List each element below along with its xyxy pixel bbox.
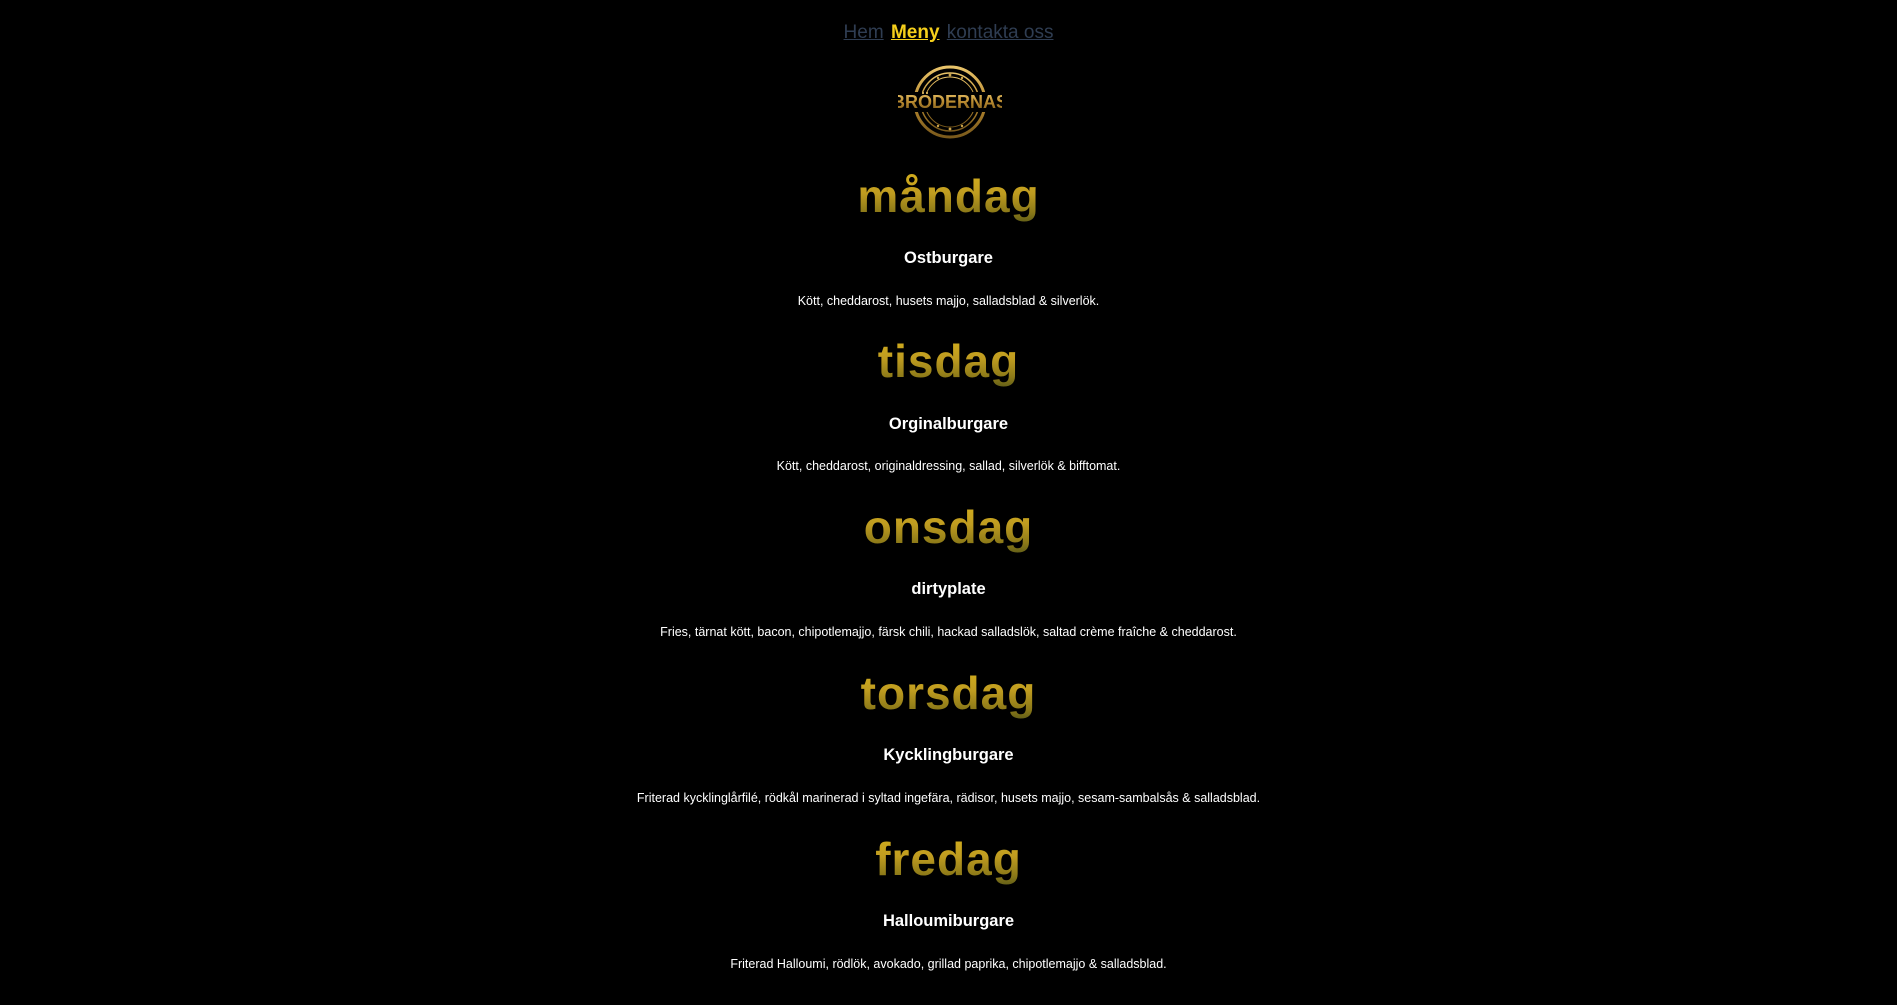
logo-emblem: BRÖDERNAS bbox=[892, 65, 1008, 139]
menu-day-onsdag: onsdag bbox=[0, 499, 1897, 555]
nav-link-kontakta-oss[interactable]: kontakta oss bbox=[947, 22, 1054, 43]
dish-name: Kycklingburgare bbox=[883, 746, 1014, 764]
dish-name: Orginalburgare bbox=[888, 415, 1009, 433]
menu-day-tisdag: tisdag bbox=[0, 333, 1897, 389]
top-nav: Hem Meny kontakta oss bbox=[0, 22, 1897, 44]
menu-dish-tisdag: Orginalburgare bbox=[0, 414, 1897, 434]
menu-day-torsdag: torsdag bbox=[0, 665, 1897, 721]
day-heading: fredag bbox=[875, 833, 1022, 885]
nav-link-meny[interactable]: Meny bbox=[891, 22, 940, 43]
day-heading: tisdag bbox=[877, 335, 1020, 387]
day-heading: måndag bbox=[857, 170, 1040, 222]
menu-dish-mandag: Ostburgare bbox=[0, 248, 1897, 268]
dish-name: dirtyplate bbox=[911, 580, 986, 598]
brodernas-logo: BRÖDERNAS bbox=[892, 64, 1008, 140]
page: Hem Meny kontakta oss BRÖDERNAS måndag O… bbox=[0, 0, 1897, 1005]
day-heading: torsdag bbox=[860, 667, 1037, 719]
menu-desc-torsdag: Friterad kycklinglårfilé, rödkål mariner… bbox=[0, 790, 1897, 806]
dish-name: Ostburgare bbox=[904, 249, 993, 267]
menu-dish-torsdag: Kycklingburgare bbox=[0, 745, 1897, 765]
menu-desc-fredag: Friterad Halloumi, rödlök, avokado, gril… bbox=[0, 956, 1897, 972]
menu-day-fredag: fredag bbox=[0, 831, 1897, 887]
menu-day-mandag: måndag bbox=[0, 168, 1897, 224]
dish-description: Friterad kycklinglårfilé, rödkål mariner… bbox=[636, 791, 1261, 805]
day-heading: onsdag bbox=[863, 501, 1034, 553]
dish-name: Halloumiburgare bbox=[882, 912, 1015, 930]
menu-desc-mandag: Kött, cheddarost, husets majjo, salladsb… bbox=[0, 293, 1897, 309]
dish-description: Kött, cheddarost, originaldressing, sall… bbox=[776, 459, 1121, 473]
menu-dish-onsdag: dirtyplate bbox=[0, 579, 1897, 599]
menu-desc-tisdag: Kött, cheddarost, originaldressing, sall… bbox=[0, 458, 1897, 474]
menu-dish-fredag: Halloumiburgare bbox=[0, 911, 1897, 931]
menu-desc-onsdag: Fries, tärnat kött, bacon, chipotlemajjo… bbox=[0, 624, 1897, 640]
nav-link-hem[interactable]: Hem bbox=[844, 22, 884, 43]
logo-text: BRÖDERNAS bbox=[898, 92, 1002, 112]
dish-description: Friterad Halloumi, rödlök, avokado, gril… bbox=[730, 957, 1167, 971]
dish-description: Fries, tärnat kött, bacon, chipotlemajjo… bbox=[660, 625, 1237, 639]
dish-description: Kött, cheddarost, husets majjo, salladsb… bbox=[797, 294, 1100, 308]
